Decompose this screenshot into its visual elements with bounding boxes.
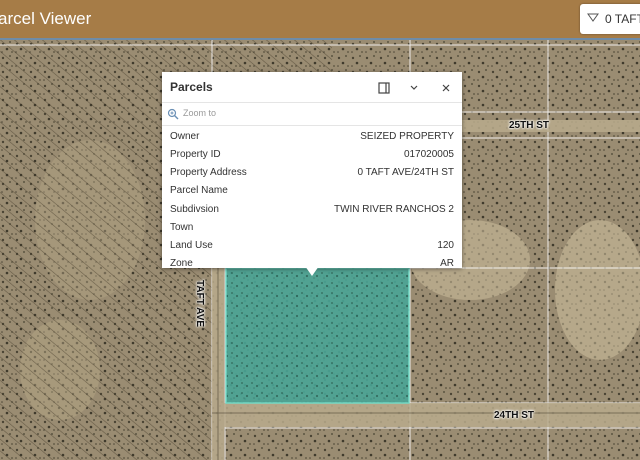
attribute-row: Land Use 120	[162, 238, 462, 256]
search-input[interactable]: 0 TAFT A	[605, 12, 640, 26]
attribute-key: Land Use	[170, 240, 213, 251]
attribute-key: Property ID	[170, 149, 221, 160]
search-box[interactable]: 0 TAFT A	[580, 4, 640, 34]
attribute-value: AR	[440, 258, 454, 268]
attribute-key: Property Address	[170, 167, 247, 178]
attribute-row: Town	[162, 220, 462, 238]
popup-title: Parcels	[170, 80, 213, 94]
parcel-popup: Parcels Zoom to Owner SEIZED PROPERTY Pr…	[162, 72, 462, 268]
attribute-value: 0 TAFT AVE/24TH ST	[357, 167, 454, 178]
attribute-key: Owner	[170, 131, 200, 142]
zoom-to-label: Zoom to	[183, 108, 217, 118]
attribute-value: 120	[437, 240, 454, 251]
selected-parcel	[225, 267, 410, 404]
street-label-25th: 25TH ST	[509, 120, 550, 131]
popup-pointer	[305, 266, 319, 276]
attribute-row: Property ID 017020005	[162, 147, 462, 165]
filter-icon[interactable]	[587, 12, 599, 24]
app-title: arcel Viewer	[0, 9, 92, 28]
street-label-24th: 24TH ST	[494, 410, 535, 421]
attribute-value: TWIN RIVER RANCHOS 2	[333, 204, 454, 215]
attribute-row: Subdivsion TWIN RIVER RANCHOS 2	[162, 202, 462, 220]
divider	[162, 125, 462, 126]
attribute-row: Parcel Name	[162, 183, 462, 201]
app-header: arcel Viewer 0 TAFT A	[0, 0, 640, 40]
attribute-row: Property Address 0 TAFT AVE/24TH ST	[162, 165, 462, 183]
zoom-to-button[interactable]: Zoom to	[162, 104, 462, 126]
attribute-key: Town	[170, 222, 194, 233]
attribute-key: Subdivsion	[170, 204, 219, 215]
street-label-taft: TAFT AVE	[194, 280, 205, 328]
chevron-down-icon[interactable]	[405, 79, 423, 97]
attribute-key: Parcel Name	[170, 185, 228, 196]
zoom-in-icon	[167, 108, 179, 120]
attribute-key: Zone	[170, 258, 193, 268]
close-icon[interactable]	[437, 79, 455, 97]
attribute-value: SEIZED PROPERTY	[360, 131, 454, 142]
attribute-value: 017020005	[403, 149, 454, 160]
dock-icon[interactable]	[375, 79, 393, 97]
divider	[162, 102, 462, 103]
attribute-row: Owner SEIZED PROPERTY	[162, 129, 462, 147]
